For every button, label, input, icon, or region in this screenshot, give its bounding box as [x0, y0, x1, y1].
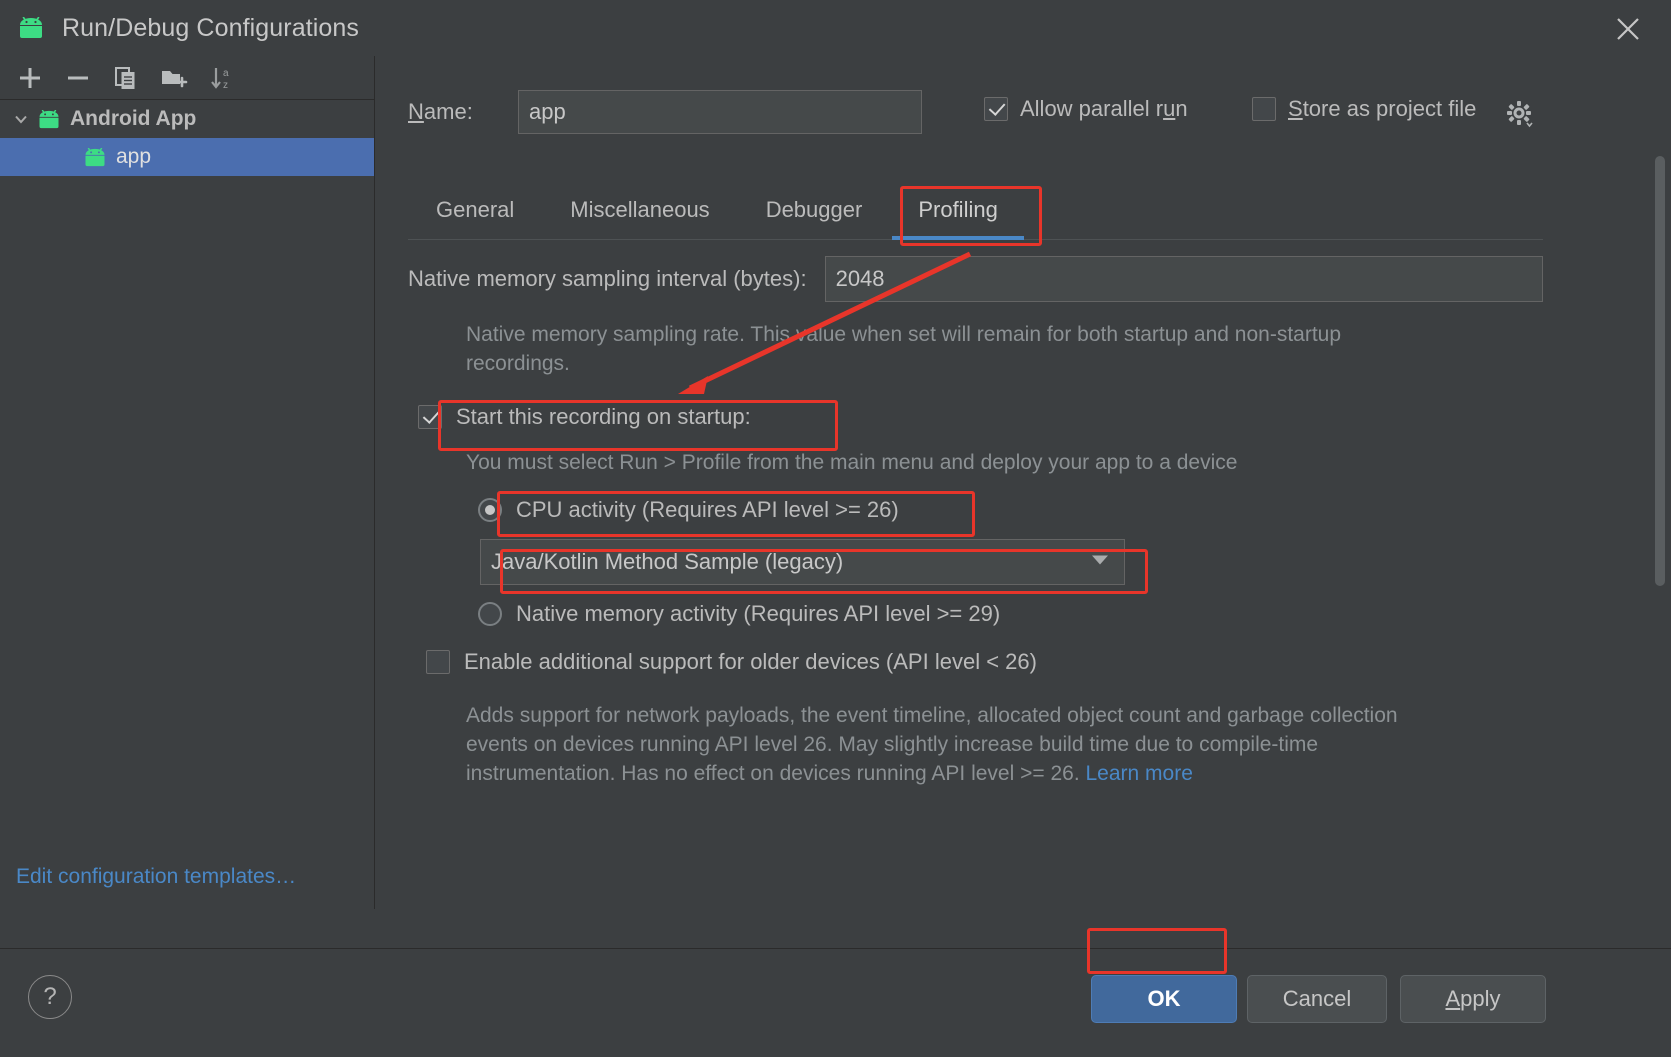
run-debug-configurations-dialog: Run/Debug Configurations a z Android App…: [0, 0, 1671, 1057]
allow-parallel-run-label: Allow parallel run: [1020, 96, 1188, 121]
tree-item-label: app: [116, 145, 152, 168]
sampling-interval-label: Native memory sampling interval (bytes):: [408, 266, 807, 291]
checkbox-icon: [418, 405, 442, 429]
method-select[interactable]: Java/Kotlin Method Sample (legacy): [480, 539, 1125, 585]
store-as-project-file-label: Store as project file: [1288, 96, 1477, 121]
startup-hint: You must select Run > Profile from the m…: [466, 451, 1238, 474]
folder-add-icon[interactable]: [152, 59, 196, 97]
checkbox-icon: [1252, 97, 1276, 121]
start-on-startup-label: Start this recording on startup:: [456, 404, 751, 429]
svg-text:z: z: [223, 80, 228, 91]
remove-configuration-button[interactable]: [56, 59, 100, 97]
learn-more-link[interactable]: Learn more: [1086, 762, 1193, 785]
chevron-down-icon: [8, 110, 34, 128]
older-devices-label: Enable additional support for older devi…: [464, 649, 1037, 674]
android-robot-icon: [34, 109, 64, 129]
tree-group-label: Android App: [70, 107, 197, 130]
content-scrollbar[interactable]: [1655, 156, 1665, 586]
sampling-interval-input[interactable]: [824, 256, 1543, 302]
sidebar-toolbar: a z: [0, 56, 374, 100]
tree-group-android-app[interactable]: Android App: [0, 100, 374, 138]
edit-configuration-templates-link[interactable]: Edit configuration templates…: [16, 865, 296, 889]
tab-debugger[interactable]: Debugger: [738, 181, 891, 239]
checkbox-icon: [426, 650, 450, 674]
dialog-footer: ? OK Cancel Apply: [0, 948, 1671, 1057]
help-button[interactable]: ?: [28, 975, 72, 1019]
store-as-project-file-checkbox[interactable]: Store as project file: [1252, 96, 1476, 122]
cpu-activity-radio[interactable]: CPU activity (Requires API level >= 26): [478, 497, 1543, 523]
android-robot-icon: [14, 11, 48, 45]
older-devices-checkbox[interactable]: Enable additional support for older devi…: [426, 649, 1543, 675]
start-this-recording-on-startup-checkbox[interactable]: Start this recording on startup:: [418, 404, 1543, 430]
sort-alpha-icon[interactable]: a z: [200, 59, 244, 97]
configurations-tree: Android App app: [0, 100, 374, 176]
native-memory-activity-label: Native memory activity (Requires API lev…: [516, 601, 1001, 626]
configurations-sidebar: a z Android App app Edit configuration t…: [0, 56, 375, 909]
chevron-down-icon: [1090, 553, 1110, 572]
older-devices-description: Adds support for network payloads, the e…: [466, 701, 1426, 788]
checkbox-icon: [984, 97, 1008, 121]
dialog-titlebar: Run/Debug Configurations: [0, 0, 1671, 56]
allow-parallel-run-checkbox[interactable]: Allow parallel run: [984, 96, 1188, 122]
name-label: Name:: [408, 99, 473, 124]
sampling-interval-hint: Native memory sampling rate. This value …: [466, 323, 1342, 375]
tab-profiling[interactable]: Profiling: [890, 181, 1025, 240]
tab-general[interactable]: General: [408, 181, 542, 239]
gear-icon[interactable]: [1504, 98, 1534, 133]
radio-icon: [478, 498, 502, 522]
method-select-value: Java/Kotlin Method Sample (legacy): [491, 549, 844, 574]
tree-item-app[interactable]: app: [0, 138, 374, 176]
configuration-content-panel: Name: Allow parallel run Store as projec…: [376, 56, 1671, 909]
add-configuration-button[interactable]: [8, 59, 52, 97]
dialog-title: Run/Debug Configurations: [62, 13, 360, 42]
native-memory-activity-radio[interactable]: Native memory activity (Requires API lev…: [478, 601, 1543, 627]
close-icon[interactable]: [1609, 10, 1647, 48]
android-robot-icon: [80, 147, 110, 167]
configuration-tabs: General Miscellaneous Debugger Profiling: [408, 178, 1543, 240]
radio-icon: [478, 602, 502, 626]
tab-miscellaneous[interactable]: Miscellaneous: [542, 181, 737, 239]
older-devices-description-text: Adds support for network payloads, the e…: [466, 704, 1398, 785]
profiling-form: Native memory sampling interval (bytes):…: [408, 256, 1543, 788]
copy-configuration-button[interactable]: [104, 59, 148, 97]
name-input[interactable]: [518, 90, 922, 134]
ok-button[interactable]: OK: [1091, 975, 1237, 1023]
cancel-button[interactable]: Cancel: [1247, 975, 1387, 1023]
sampling-interval-row: Native memory sampling interval (bytes):: [408, 256, 1543, 302]
svg-text:a: a: [223, 68, 229, 79]
apply-button[interactable]: Apply: [1400, 975, 1546, 1023]
cpu-activity-label: CPU activity (Requires API level >= 26): [516, 497, 899, 522]
